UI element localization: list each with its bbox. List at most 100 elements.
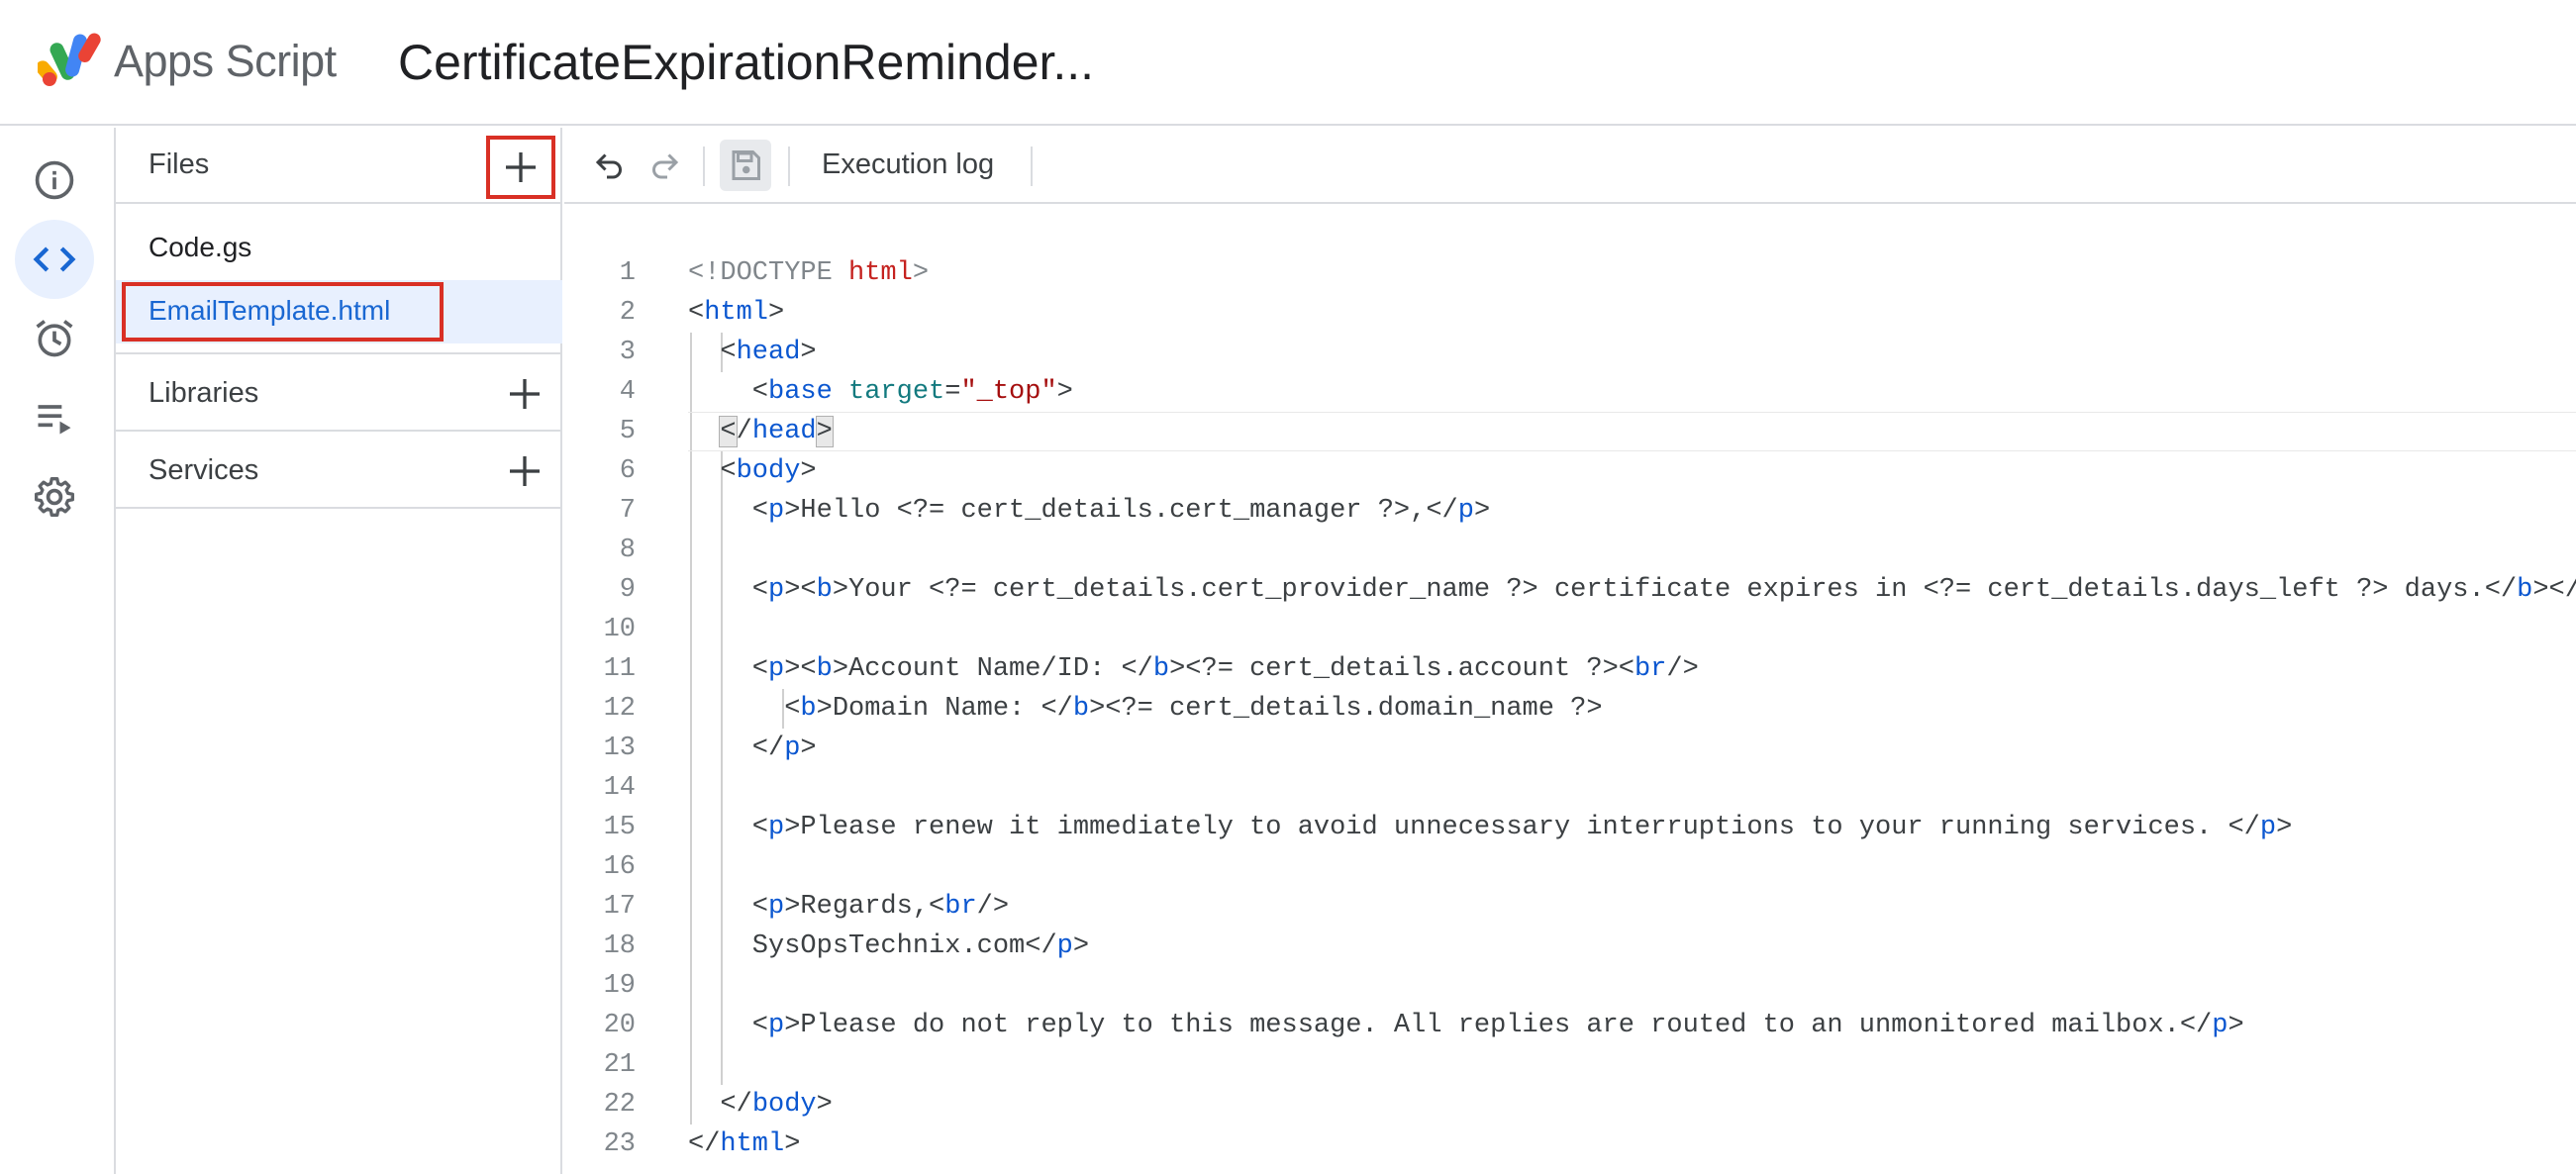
code-token: >: [2276, 813, 2293, 842]
line-number: 20: [603, 1011, 636, 1040]
editor-button[interactable]: [15, 220, 94, 299]
code-token: =: [944, 377, 961, 407]
code-line[interactable]: 18 SysOpsTechnix.com</p>: [564, 927, 2576, 966]
code-token: body: [751, 1090, 817, 1120]
code-token: >: [768, 298, 785, 328]
code-line[interactable]: 10: [564, 610, 2576, 649]
triggers-button[interactable]: [15, 299, 94, 378]
code-line[interactable]: 20 <p>Please do not reply to this messag…: [564, 1006, 2576, 1045]
code-token: <: [688, 338, 737, 367]
code-token: ><?= cert_details.account ?><: [1169, 654, 1635, 684]
code-text: <p>Hello <?= cert_details.cert_manager ?…: [688, 491, 1490, 531]
code-line[interactable]: 9 <p><b>Your <?= cert_details.cert_provi…: [564, 570, 2576, 610]
line-number: 5: [619, 417, 636, 446]
file-item-code-gs[interactable]: Code.gs: [116, 217, 562, 280]
code-editor[interactable]: 1 <!DOCTYPE html> 2 <html> 3 <head> 4 <base t…: [564, 204, 2576, 1174]
code-text: <!DOCTYPE html>: [688, 253, 929, 293]
code-token: />: [976, 892, 1010, 922]
code-token: base: [768, 377, 833, 407]
line-number: 14: [603, 773, 636, 803]
executions-button[interactable]: [15, 378, 94, 457]
code-token: <: [688, 813, 769, 842]
project-title[interactable]: CertificateExpirationReminder...: [398, 34, 1094, 91]
code-token: body: [736, 456, 801, 486]
apps-script-logo-icon[interactable]: [38, 30, 105, 87]
add-file-button[interactable]: [486, 136, 555, 199]
undo-button[interactable]: [584, 140, 636, 191]
plus-icon: [510, 456, 540, 486]
toolbar-divider: [788, 147, 790, 186]
code-line[interactable]: 11 <p><b>Account Name/ID: </b><?= cert_d…: [564, 649, 2576, 689]
code-token: >Account Name/ID: </: [832, 654, 1153, 684]
add-library-button[interactable]: [490, 362, 559, 426]
code-line[interactable]: 12 <b>Domain Name: </b><?= cert_details.…: [564, 689, 2576, 729]
app-name[interactable]: Apps Script: [114, 36, 337, 87]
save-button[interactable]: [720, 140, 771, 191]
settings-button[interactable]: [15, 457, 94, 537]
code-token: >Hello <?= cert_details.cert_manager ?>,…: [784, 496, 1458, 526]
code-token: <: [688, 496, 769, 526]
code-token: >: [816, 1090, 833, 1120]
code-line[interactable]: 22 </body>: [564, 1085, 2576, 1125]
gear-icon: [35, 477, 74, 517]
code-token: b: [1152, 654, 1170, 684]
code-text: </html>: [688, 1125, 800, 1164]
code-text: </body>: [688, 1085, 833, 1125]
code-token: <: [688, 377, 769, 407]
undo-icon: [595, 153, 622, 179]
code-line[interactable]: 2 <html>: [564, 293, 2576, 333]
execution-log-button[interactable]: Execution log: [822, 148, 994, 181]
add-service-button[interactable]: [490, 440, 559, 503]
overview-button[interactable]: [15, 141, 94, 220]
code-token: >: [912, 258, 930, 288]
files-title: Files: [149, 148, 210, 180]
code-text: <p><b>Account Name/ID: </b><?= cert_deta…: [688, 649, 1699, 689]
code-token: br: [944, 892, 977, 922]
code-line[interactable]: 13 </p>: [564, 729, 2576, 768]
code-line[interactable]: 19: [564, 966, 2576, 1006]
code-line[interactable]: 1 <!DOCTYPE html>: [564, 253, 2576, 293]
code-line[interactable]: 21: [564, 1045, 2576, 1085]
code-line[interactable]: 23 </html>: [564, 1125, 2576, 1164]
code-token: b: [1072, 694, 1090, 724]
code-line[interactable]: 16: [564, 847, 2576, 887]
code-token: html: [848, 258, 913, 288]
code-token: "_top": [960, 377, 1057, 407]
code-line[interactable]: 5 </head>: [564, 412, 2576, 451]
code-token: >: [1072, 931, 1090, 961]
code-line[interactable]: 15 <p>Please renew it immediately to avo…: [564, 808, 2576, 847]
code-line[interactable]: 17 <p>Regards,<br/>: [564, 887, 2576, 927]
line-number: 2: [619, 298, 636, 328]
file-item-emailtemplate-html[interactable]: EmailTemplate.html: [116, 280, 562, 343]
alarm-clock-icon: [36, 320, 73, 357]
line-number: 17: [603, 892, 636, 922]
redo-button[interactable]: [639, 140, 690, 191]
code-token: p: [1056, 931, 1073, 961]
current-line-highlight: [688, 412, 2576, 451]
services-title: Services: [149, 454, 259, 486]
line-number: 13: [603, 734, 636, 763]
code-token: br: [1634, 654, 1667, 684]
code-token: >: [1056, 377, 1073, 407]
code-line[interactable]: 14: [564, 768, 2576, 808]
code-token: ><: [784, 575, 817, 605]
code-token: ><: [784, 654, 817, 684]
files-header: Files: [116, 128, 562, 204]
code-line[interactable]: 4 <base target="_top">: [564, 372, 2576, 412]
code-line[interactable]: 7 <p>Hello <?= cert_details.cert_manager…: [564, 491, 2576, 531]
line-number: 4: [619, 377, 636, 407]
code-text: <html>: [688, 293, 784, 333]
line-number: 22: [603, 1090, 636, 1120]
code-token: b: [2517, 575, 2533, 605]
code-token: html: [704, 298, 769, 328]
code-line[interactable]: 8: [564, 531, 2576, 570]
line-number: 16: [603, 852, 636, 882]
line-number: 10: [603, 615, 636, 644]
save-icon: [732, 150, 760, 180]
code-line[interactable]: 6 <body>: [564, 451, 2576, 491]
code-text: <p>Please do not reply to this message. …: [688, 1006, 2244, 1045]
code-line[interactable]: 3 <head>: [564, 333, 2576, 372]
editor-toolbar: Execution log: [564, 128, 2576, 204]
code-text: <p>Regards,<br/>: [688, 887, 1009, 927]
